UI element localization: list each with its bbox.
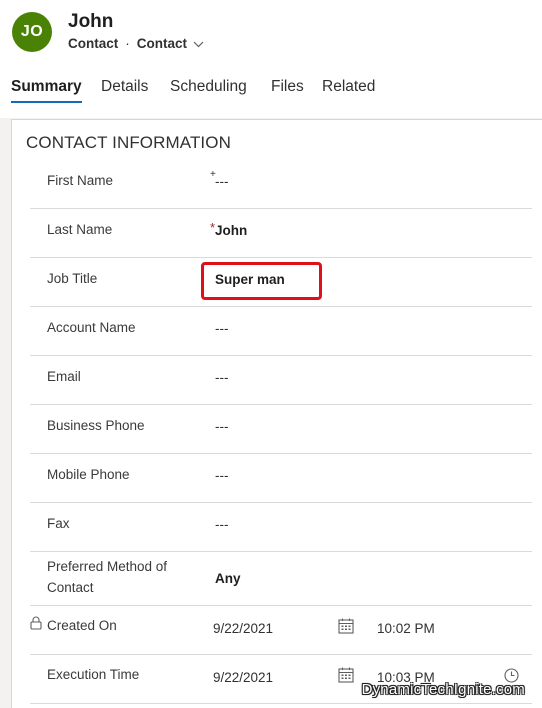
preferred-method-select[interactable]: Any [215, 571, 241, 586]
field-label: First Name [47, 173, 114, 188]
field-first-name: First Name + --- [30, 160, 532, 209]
execution-date-input[interactable]: 9/22/2021 [213, 670, 273, 685]
created-on-time: 10:02 PM [377, 621, 435, 636]
contact-information-card: CONTACT INFORMATION First Name + --- Las… [11, 119, 542, 708]
field-job-title: Job Title Super man [30, 258, 532, 307]
field-fax: Fax --- [30, 503, 532, 552]
chevron-down-icon [193, 36, 204, 51]
form-selector[interactable]: Contact [137, 36, 204, 51]
field-label: Business Phone [47, 418, 145, 433]
field-label: Created On [47, 618, 117, 633]
watermark: DynamicTechIgnite.com [361, 681, 525, 698]
field-label: Last Name [47, 222, 113, 237]
field-label: Mobile Phone [47, 467, 130, 482]
field-label: Job Title [47, 271, 98, 286]
account-name-value[interactable]: --- [215, 321, 229, 336]
tab-details[interactable]: Details [101, 76, 148, 96]
email-value[interactable]: --- [215, 370, 229, 385]
record-title: John [68, 11, 114, 32]
tab-files[interactable]: Files [271, 76, 304, 96]
highlight-box [201, 262, 322, 300]
field-label: Account Name [47, 320, 136, 335]
field-email: Email --- [30, 356, 532, 405]
section-title: CONTACT INFORMATION [26, 133, 231, 152]
record-header: JO John Contact · Contact Summary Detail… [0, 0, 542, 118]
last-name-value[interactable]: John [215, 223, 247, 238]
lock-icon [30, 616, 42, 635]
field-business-phone: Business Phone --- [30, 405, 532, 454]
field-label: Fax [47, 516, 70, 531]
avatar: JO [12, 12, 52, 52]
tab-related[interactable]: Related [322, 76, 375, 96]
field-label: Email [47, 369, 81, 384]
tab-scheduling[interactable]: Scheduling [170, 76, 247, 96]
calendar-icon [338, 618, 354, 639]
first-name-value[interactable]: --- [215, 174, 229, 189]
field-label: Execution Time [47, 667, 140, 682]
entity-name: Contact [68, 36, 119, 51]
created-on-date: 9/22/2021 [213, 621, 274, 636]
field-last-name: Last Name * John [30, 209, 532, 258]
field-created-on: Created On 9/22/2021 10:02 PM [30, 606, 532, 655]
field-preferred-method: Preferred Method of Contact Any [30, 552, 532, 606]
calendar-icon[interactable] [338, 667, 354, 688]
entity-line: Contact · Contact [68, 36, 204, 51]
field-label: Preferred Method of Contact [47, 559, 168, 595]
form-name: Contact [136, 36, 187, 51]
field-account-name: Account Name --- [30, 307, 532, 356]
field-mobile-phone: Mobile Phone --- [30, 454, 532, 503]
fax-value[interactable]: --- [215, 517, 229, 532]
tab-summary[interactable]: Summary [11, 76, 82, 103]
separator: · [125, 36, 130, 51]
mobile-phone-value[interactable]: --- [215, 468, 229, 483]
business-phone-value[interactable]: --- [215, 419, 229, 434]
